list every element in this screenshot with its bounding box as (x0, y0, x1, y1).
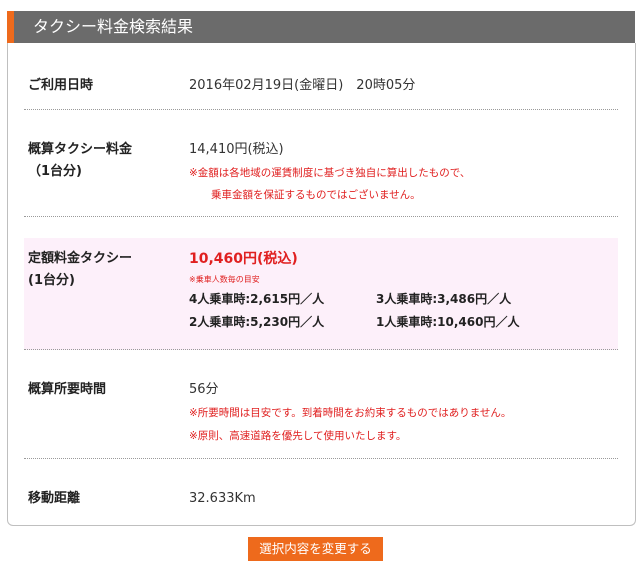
page-title: タクシー料金検索結果 (33, 17, 194, 36)
header-accent-bar (7, 11, 14, 43)
duration-note-line1: ※所要時間は目安です。到着時間をお約束するものではありません。 (189, 407, 512, 419)
estimate-label-line2: （1台分) (28, 164, 82, 179)
page-header: タクシー料金検索結果 (7, 11, 635, 43)
change-selection-button[interactable]: 選択内容を変更する (248, 537, 383, 561)
row-estimate: 概算タクシー料金 （1台分) 14,410円(税込) ※金額は各地域の運賃制度に… (24, 109, 618, 217)
result-card: ご利用日時 2016年02月19日(金曜日) 20時05分 概算タクシー料金 （… (7, 43, 636, 526)
fare-4-people: 4人乗車時:2,615円／人 (189, 292, 325, 306)
row-fixed-fare: 定額料金タクシー (1台分) 10,460円(税込) ※乗車人数毎の目安 4人乗… (24, 238, 618, 350)
fixed-label-line2: (1台分) (28, 273, 75, 288)
fixed-note: ※乗車人数毎の目安 (189, 275, 260, 284)
fixed-label-line1: 定額料金タクシー (28, 251, 133, 266)
row-distance: 移動距離 32.633Km (24, 458, 618, 525)
estimate-value: 14,410円(税込) (189, 142, 284, 157)
fare-3-people: 3人乗車時:3,486円／人 (376, 292, 512, 306)
duration-value: 56分 (189, 382, 219, 397)
datetime-value: 2016年02月19日(金曜日) 20時05分 (189, 78, 416, 93)
distance-value: 32.633Km (189, 491, 256, 506)
fixed-price: 10,460円(税込) (189, 251, 298, 267)
row-datetime: ご利用日時 2016年02月19日(金曜日) 20時05分 (24, 43, 618, 110)
distance-label: 移動距離 (28, 491, 81, 506)
duration-note-line2: ※原則、高速道路を優先して使用いたします。 (189, 430, 407, 442)
fare-1-person: 1人乗車時:10,460円／人 (376, 315, 520, 329)
row-duration: 概算所要時間 56分 ※所要時間は目安です。到着時間をお約束するものではありませ… (24, 349, 618, 459)
estimate-label-line1: 概算タクシー料金 (28, 142, 133, 157)
datetime-label: ご利用日時 (28, 78, 94, 93)
estimate-note-line1: ※金額は各地域の運賃制度に基づき独自に算出したもので、 (189, 167, 471, 179)
duration-label: 概算所要時間 (28, 382, 107, 397)
fare-2-people: 2人乗車時:5,230円／人 (189, 315, 325, 329)
estimate-note-line2: 乗車金額を保証するものではございません。 (211, 189, 421, 201)
